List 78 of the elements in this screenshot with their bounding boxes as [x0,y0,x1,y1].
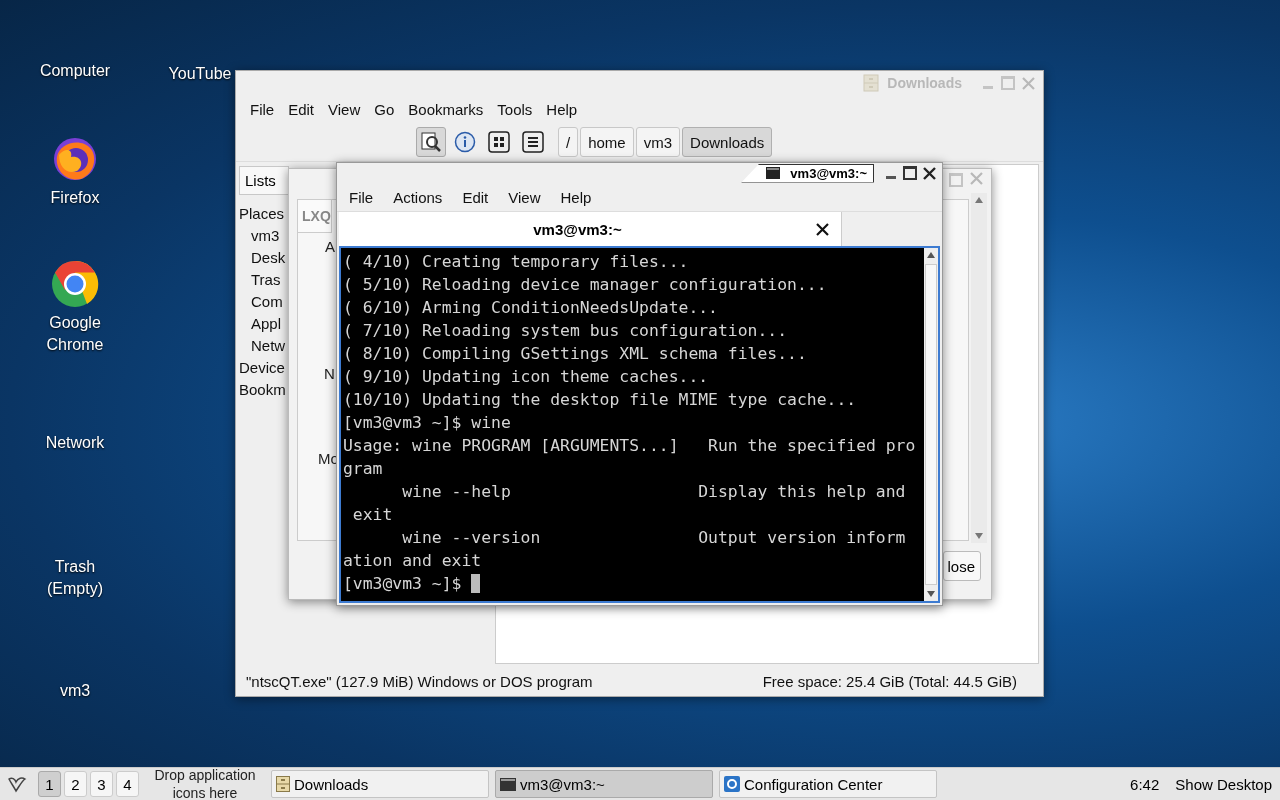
up-arrow-icon[interactable] [927,252,935,258]
close-icon[interactable] [923,166,936,180]
terminal-line: ( 9/10) Updating icon theme caches... [343,366,710,388]
show-desktop-button[interactable]: Show Desktop [1173,775,1274,793]
desktop-icon-label[interactable]: Network [45,432,105,454]
scrollbar[interactable] [971,193,987,543]
terminal-line: (10/10) Updating the desktop file MIME type cache... [343,389,858,411]
terminal-line: wine --version Output version inform [401,527,907,549]
globe-fox-icon[interactable] [51,135,99,183]
menu-item[interactable]: Help [560,188,592,206]
terminal-line: ( 7/10) Reloading system bus configuration... [343,320,789,342]
menu-item[interactable]: Edit [462,188,489,206]
dialog-label: A [325,238,335,255]
terminal-line: exit [351,504,394,526]
desktop-icon-label[interactable]: YouTube [168,63,232,85]
menu-item[interactable]: Go [374,100,395,118]
menu-item[interactable]: Edit [288,100,315,118]
grid-icon [488,131,510,153]
terminal-icon [766,167,781,179]
quicklaunch-hint: Drop application icons here [153,766,257,800]
maximize-button[interactable] [902,165,918,181]
text-cursor [471,574,481,593]
taskbar-window-button[interactable]: vm3@vm3:~ [495,770,713,798]
window-title: vm3@vm3:~ [741,163,874,183]
file-cabinet-icon [276,776,290,792]
desktop-icon-label[interactable]: vm3 [59,680,91,702]
menu-item[interactable]: Help [546,100,578,118]
terminal-line: Usage: wine PROGRAM [ARGUMENTS...] Run the specified pro [343,435,917,457]
terminal-prompt: [vm3@vm3 ~]$ [343,573,463,595]
file-cabinet-icon [863,74,880,92]
desktop-switch-button[interactable]: 2 [64,771,87,797]
desktop-icon-label[interactable]: Google Chrome [30,312,120,356]
path-segment[interactable]: vm3 [635,127,681,157]
menu-item[interactable]: View [328,100,361,118]
menu-item[interactable]: Actions [393,188,443,206]
info-icon [454,131,476,153]
menu-item[interactable]: Tools [497,100,533,118]
down-arrow-icon[interactable] [975,533,983,539]
terminal-tab[interactable]: vm3@vm3:~ [339,212,842,246]
path-segment[interactable]: home [580,127,634,157]
terminal-line: ( 6/10) Arming ConditionNeedsUpdate... [343,297,719,319]
desktop-switch-button[interactable]: 4 [116,771,139,797]
side-pane-mode-dropdown[interactable]: Lists [239,166,289,195]
close-button[interactable]: lose [943,551,981,581]
path-segment[interactable]: Downloads [682,127,773,157]
terminal-icon [500,777,516,791]
desktop-switch-button[interactable]: 1 [38,771,61,797]
down-arrow-icon[interactable] [927,591,935,597]
terminal-line: ( 4/10) Creating temporary files... [343,251,690,273]
terminal-line: ( 5/10) Reloading device manager configuration... [343,274,828,296]
terminal-line: ation and exit [343,550,483,572]
terminal-line: wine --help Display this help and [401,481,907,503]
terminal-line: [vm3@vm3 ~]$ wine [343,412,512,434]
menu-item[interactable]: View [508,188,541,206]
chrome-icon[interactable] [51,260,99,308]
gear-icon [724,776,740,792]
close-tab-icon[interactable] [816,222,829,236]
desktop-switch-button[interactable]: 3 [90,771,113,797]
free-space-text: Free space: 25.4 GiB (Total: 44.5 GiB) [762,672,1017,690]
menu-item[interactable]: Bookmarks [408,100,484,118]
desktop-icon-label[interactable]: Computer [39,60,111,82]
scrollbar[interactable] [924,248,938,601]
terminal-line: ( 8/10) Compiling GSettings XML schema files... [343,343,808,365]
path-segment[interactable]: / [558,127,579,157]
up-arrow-icon[interactable] [975,197,983,203]
desktop-icon-label[interactable]: Trash (Empty) [30,556,120,600]
dialog-label: N [324,365,335,382]
taskbar-window-button[interactable]: Configuration Center [719,770,937,798]
desktop-icon-label[interactable]: Firefox [50,187,100,209]
magnifier-icon [420,131,442,153]
menu-item[interactable]: File [250,100,275,118]
menu-item[interactable]: File [349,188,374,206]
preview-toggle-button[interactable] [416,127,446,157]
clock[interactable]: 6:42 [1130,775,1160,793]
terminal-line: gram [343,458,384,480]
list-icon [522,131,544,153]
status-text: "ntscQT.exe" (127.9 MiB) Windows or DOS program [246,672,593,690]
taskbar-window-button[interactable]: Downloads [271,770,489,798]
